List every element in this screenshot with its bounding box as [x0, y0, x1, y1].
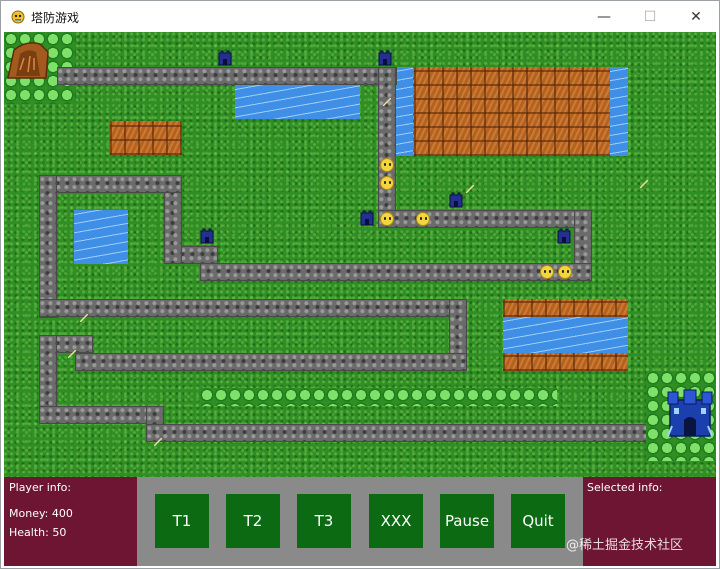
enemy-icon: [380, 212, 394, 226]
health-label: Health: 50: [9, 526, 67, 539]
tower-icon[interactable]: [218, 50, 232, 66]
close-button[interactable]: ✕: [673, 1, 719, 33]
money-label: Money: 400: [9, 507, 73, 520]
window-title: 塔防游戏: [31, 11, 80, 25]
bullet-spark-icon: [154, 438, 162, 446]
xxx-button[interactable]: XXX: [369, 494, 423, 548]
path-segment: [146, 424, 664, 442]
tower-icon[interactable]: [200, 228, 214, 244]
cave-entrance-icon: [7, 42, 49, 79]
quit-button[interactable]: Quit: [511, 494, 565, 548]
path-segment: [39, 175, 182, 193]
water-pond-right: [503, 317, 628, 353]
path-segment: [57, 67, 397, 85]
bush-row: [200, 388, 557, 406]
path-segment: [39, 299, 467, 317]
castle-icon: [667, 389, 713, 437]
enemy-icon: [416, 212, 430, 226]
tower-icon[interactable]: [378, 50, 392, 66]
dirt-strip-lower: [503, 353, 628, 371]
bullet-spark-icon: [68, 350, 76, 358]
maximize-button[interactable]: ☐: [627, 1, 673, 33]
tower-icon[interactable]: [360, 210, 374, 226]
enemy-icon: [558, 265, 572, 279]
path-segment: [378, 67, 396, 227]
path-segment: [378, 210, 592, 228]
pygame-snake-icon: [11, 10, 25, 24]
tower-t3-button[interactable]: T3: [297, 494, 351, 548]
bullet-spark-icon: [640, 180, 648, 188]
player-info-heading: Player info:: [9, 481, 72, 494]
water-strip-right: [610, 67, 628, 156]
dirt-field-large: [414, 67, 610, 156]
enemy-icon: [380, 158, 394, 172]
tower-t1-button[interactable]: T1: [155, 494, 209, 548]
path-segment: [39, 175, 57, 318]
minimize-button[interactable]: —: [581, 1, 627, 33]
dirt-patch-left: [110, 121, 182, 155]
title-bar[interactable]: 塔防游戏 — ☐ ✕: [1, 1, 719, 33]
pause-button[interactable]: Pause: [440, 494, 494, 548]
water-strip-left: [395, 67, 413, 156]
watermark: @稀土掘金技术社区: [566, 538, 684, 553]
path-segment: [200, 263, 592, 281]
dirt-strip-upper: [503, 299, 628, 317]
selected-info-heading: Selected info:: [587, 481, 663, 494]
bullet-spark-icon: [466, 185, 474, 193]
tower-t2-button[interactable]: T2: [226, 494, 280, 548]
water-pond-left: [74, 210, 128, 264]
water-pond-top: [235, 85, 360, 119]
enemy-icon: [540, 265, 554, 279]
tower-icon[interactable]: [449, 192, 463, 208]
enemy-icon: [380, 176, 394, 190]
path-segment: [75, 353, 467, 371]
tower-icon[interactable]: [557, 228, 571, 244]
bullet-spark-icon: [383, 98, 391, 106]
game-map[interactable]: [4, 32, 716, 477]
bullet-spark-icon: [80, 314, 88, 322]
